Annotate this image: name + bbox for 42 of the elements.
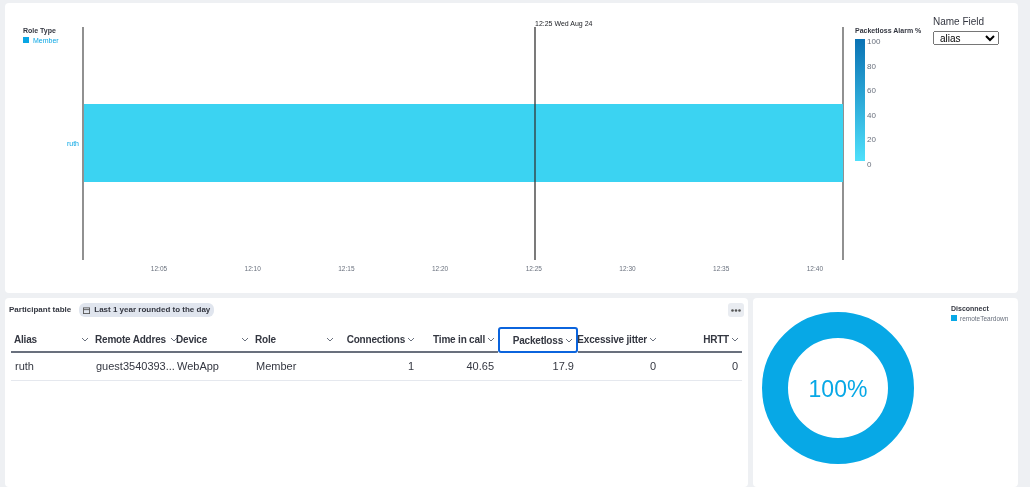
colorbar-tick: 20: [867, 135, 876, 144]
table-cell: Member: [252, 353, 337, 381]
colorbar-tick: 60: [867, 86, 876, 95]
column-header[interactable]: Excessive jitter: [578, 327, 660, 353]
chevron-down-icon: [487, 336, 495, 342]
colorbar-tick: 40: [867, 110, 876, 120]
chevron-down-icon: [169, 336, 178, 342]
donut-center-label: 100%: [808, 376, 868, 402]
column-header[interactable]: HRTT: [660, 327, 742, 353]
column-header[interactable]: Device: [173, 327, 252, 353]
donut-ring[interactable]: [762, 312, 914, 464]
table-cell: guest3540393...: [92, 353, 173, 381]
more-options-button[interactable]: [728, 303, 744, 317]
chevron-down-icon: [565, 337, 573, 343]
panel-title: Participant table: [9, 304, 72, 316]
chevron-down-icon: [241, 336, 249, 342]
column-header[interactable]: Packetloss: [498, 327, 578, 353]
calendar-icon: [83, 306, 91, 314]
chevron-down-icon: [731, 336, 739, 342]
table-cell: 40.65: [418, 353, 498, 381]
table-cell: 0: [660, 353, 742, 381]
chevron-down-icon: [326, 336, 334, 342]
time-range-badge[interactable]: Last 1 year rounded to the day: [79, 303, 215, 317]
colorbar-tick: 100: [867, 37, 881, 46]
colorbar-tick: 80: [867, 61, 876, 71]
table-cell: WebApp: [173, 353, 252, 381]
table-cell: 1: [337, 353, 418, 381]
name-field-select[interactable]: alias: [933, 31, 999, 45]
chevron-down-icon: [407, 336, 415, 342]
column-header[interactable]: Remote Addres: [92, 327, 173, 353]
column-header[interactable]: Connections: [337, 327, 418, 353]
column-header[interactable]: Alias: [11, 327, 92, 353]
table-cell: 0: [578, 353, 660, 381]
column-header[interactable]: Time in call: [418, 327, 498, 353]
colorbar-tick: 0: [867, 159, 872, 169]
ellipsis-icon: [731, 308, 741, 312]
field-label: Name Field: [933, 15, 986, 29]
column-header[interactable]: Role: [252, 327, 337, 353]
chevron-down-icon: [649, 336, 657, 342]
table-cell: 17.9: [498, 353, 578, 381]
chevron-down-icon: [81, 336, 89, 342]
table-cell: ruth: [11, 353, 92, 381]
